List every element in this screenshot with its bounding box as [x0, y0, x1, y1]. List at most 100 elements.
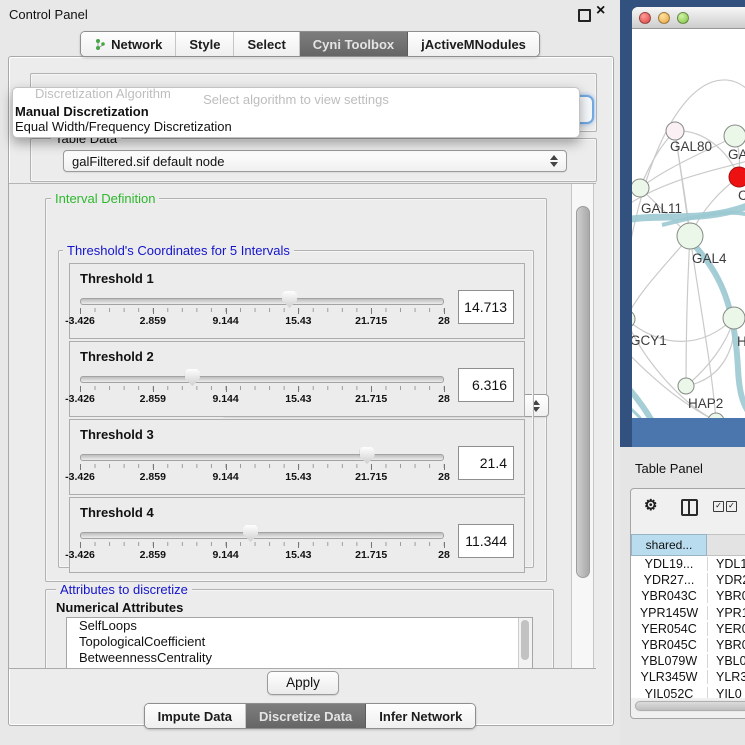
select-columns-icons[interactable]: ✓✓ [713, 501, 737, 512]
threshold-value-field[interactable]: 11.344 [458, 524, 514, 558]
close-icon[interactable]: × [596, 2, 605, 20]
table-row[interactable]: YBR043CYBR0 [631, 588, 745, 604]
slider-thumb-icon[interactable] [282, 291, 297, 308]
tab-style[interactable]: Style [176, 32, 234, 56]
tick-label: 9.144 [212, 393, 238, 405]
network-node-c[interactable] [729, 167, 745, 187]
menu-item-equal-width-frequency[interactable]: Equal Width/Frequency Discretization [15, 119, 232, 134]
node-label: GAL11 [641, 201, 682, 216]
threshold-slider[interactable]: -3.4262.8599.14415.4321.71528 [80, 290, 444, 327]
slider-thumb-icon[interactable] [243, 525, 258, 542]
list-item[interactable]: BetweennessCentrality [67, 650, 532, 666]
tab-label: Infer Network [379, 709, 462, 724]
cell-shared-name[interactable]: YER054C [631, 622, 708, 636]
cell-shared-name[interactable]: YBL079W [631, 654, 708, 668]
cell-name[interactable]: YPR1 [708, 606, 745, 620]
threshold-slider[interactable]: -3.4262.8599.14415.4321.71528 [80, 446, 444, 483]
cell-name[interactable]: YDL1 [708, 557, 745, 571]
table-row[interactable]: YDL19...YDL1 [631, 556, 745, 572]
threshold-slider[interactable]: -3.4262.8599.14415.4321.71528 [80, 524, 444, 561]
tab-jactivemnodules[interactable]: jActiveMNodules [408, 32, 539, 56]
network-node-gal11[interactable] [632, 179, 649, 197]
slider-thumb-icon[interactable] [185, 369, 200, 386]
network-edge[interactable] [686, 236, 690, 386]
slider-track[interactable] [80, 298, 444, 305]
tab-label: Style [189, 37, 220, 52]
tab-cyni-toolbox[interactable]: Cyni Toolbox [300, 32, 408, 56]
threshold-value-field[interactable]: 14.713 [458, 290, 514, 324]
hscrollbar-thumb[interactable] [635, 701, 745, 711]
node-label: C [738, 188, 745, 203]
slider-track[interactable] [80, 454, 444, 461]
cell-shared-name[interactable]: YDL19... [631, 557, 708, 571]
scrollbar-thumb[interactable] [576, 206, 590, 578]
network-node-gal4[interactable] [677, 223, 703, 249]
table-header[interactable]: shared... n [631, 534, 745, 556]
slider-thumb-icon[interactable] [360, 447, 375, 464]
node-label: H [737, 334, 745, 349]
tab-impute-data[interactable]: Impute Data [145, 704, 246, 728]
cell-name[interactable]: YLR3 [708, 670, 745, 684]
cell-name[interactable]: YER0 [708, 622, 745, 636]
network-canvas[interactable]: GAL80GACGAL11GAL4GCY1HHAP2 [632, 29, 745, 418]
tick-label: 28 [438, 393, 450, 405]
cell-shared-name[interactable]: YDR27... [631, 573, 708, 587]
threshold-value-field[interactable]: 21.4 [458, 446, 514, 480]
cell-name[interactable]: YDR2 [708, 573, 745, 587]
network-node-h[interactable] [723, 307, 745, 329]
settings-scrollbar[interactable] [571, 184, 594, 668]
column-header-shared[interactable]: shared... [631, 534, 707, 556]
cell-name[interactable]: YBL0 [708, 654, 745, 668]
tab-network[interactable]: Network [81, 32, 176, 56]
network-edge[interactable] [686, 318, 734, 386]
float-window-icon[interactable] [578, 9, 591, 22]
gear-icon[interactable]: ⚙ [644, 496, 657, 514]
list-item[interactable]: SelfLoops [67, 618, 532, 634]
zoom-traffic-light-icon[interactable] [677, 12, 689, 24]
column-header-name[interactable]: n [707, 534, 745, 556]
columns-icon[interactable] [681, 499, 698, 516]
network-edge[interactable] [632, 236, 690, 319]
table-row[interactable]: YLR345WYLR3 [631, 669, 745, 685]
minimize-traffic-light-icon[interactable] [658, 12, 670, 24]
cell-shared-name[interactable]: YPR145W [631, 606, 708, 620]
table-data-combo[interactable]: galFiltered.sif default node [63, 150, 567, 172]
cell-shared-name[interactable]: YBR043C [631, 589, 708, 603]
list-scrollbar[interactable] [518, 618, 532, 669]
table-row[interactable]: YPR145WYPR1 [631, 605, 745, 621]
apply-button[interactable]: Apply [267, 671, 339, 695]
threshold-value-field[interactable]: 6.316 [458, 368, 514, 402]
table-row[interactable]: YBR045CYBR0 [631, 637, 745, 653]
tick-label: 9.144 [212, 471, 238, 483]
cell-shared-name[interactable]: YBR045C [631, 638, 708, 652]
numerical-attributes-list[interactable]: SelfLoopsTopologicalCoefficientBetweenne… [66, 617, 533, 669]
table-row[interactable]: YER054CYER0 [631, 621, 745, 637]
table-hscrollbar[interactable] [634, 700, 745, 712]
menu-item-manual-discretization[interactable]: Manual Discretization [15, 104, 149, 119]
network-window-titlebar[interactable] [632, 7, 745, 29]
tab-discretize-data[interactable]: Discretize Data [246, 704, 366, 728]
slider-track[interactable] [80, 376, 444, 383]
tick-label: -3.426 [65, 315, 95, 327]
tab-infer-network[interactable]: Infer Network [366, 704, 475, 728]
list-item[interactable]: TopologicalCoefficient [67, 634, 532, 650]
network-node-ga[interactable] [724, 125, 745, 147]
tick-label: 2.859 [140, 393, 166, 405]
table-row[interactable]: YBL079WYBL0 [631, 653, 745, 669]
cell-name[interactable]: YBR0 [708, 589, 745, 603]
network-node-gal80[interactable] [666, 122, 684, 140]
table-row[interactable]: YIL052CYIL0 [631, 686, 745, 699]
tab-select[interactable]: Select [234, 32, 299, 56]
table-row[interactable]: YDR27...YDR2 [631, 572, 745, 588]
slider-track[interactable] [80, 532, 444, 539]
cell-name[interactable]: YIL0 [708, 687, 742, 698]
threshold-slider[interactable]: -3.4262.8599.14415.4321.71528 [80, 368, 444, 405]
close-traffic-light-icon[interactable] [639, 12, 651, 24]
network-node-hap2[interactable] [678, 378, 694, 394]
cell-shared-name[interactable]: YLR345W [631, 670, 708, 684]
cell-shared-name[interactable]: YIL052C [631, 687, 708, 698]
threshold-1-panel: Threshold 1-3.4262.8599.14415.4321.71528… [69, 263, 525, 339]
tick-label: 21.715 [355, 393, 387, 405]
interval-definition-label: Interval Definition [51, 191, 159, 206]
cell-name[interactable]: YBR0 [708, 638, 745, 652]
